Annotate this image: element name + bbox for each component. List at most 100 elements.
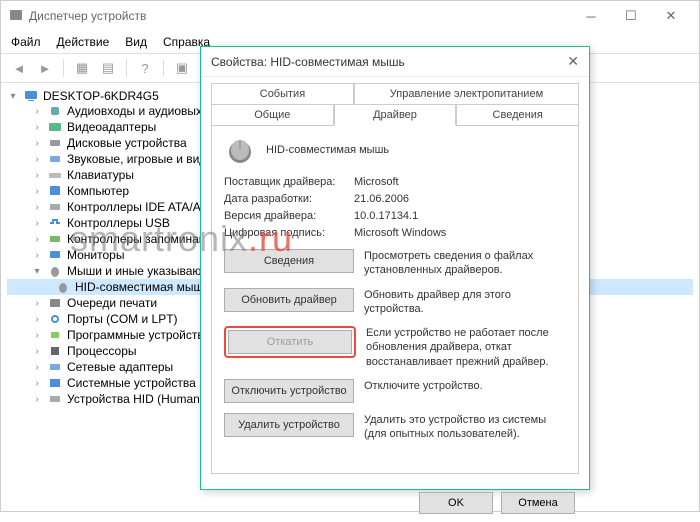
expand-icon[interactable]: › [31, 250, 43, 261]
label-signer: Цифровая подпись: [224, 227, 354, 239]
expand-icon[interactable]: › [31, 330, 43, 341]
tree-label: Дисковые устройства [67, 136, 187, 150]
expand-icon[interactable]: › [31, 138, 43, 149]
device-icon [47, 232, 63, 246]
device-icon [47, 328, 63, 342]
tree-label: Сетевые адаптеры [67, 360, 173, 374]
tree-label: Очереди печати [67, 296, 157, 310]
expand-icon[interactable]: › [31, 186, 43, 197]
device-icon [47, 376, 63, 390]
uninstall-button[interactable]: Удалить устройство [224, 413, 354, 437]
toolbar-icon[interactable]: ▤ [98, 58, 118, 78]
expand-icon[interactable]: › [31, 234, 43, 245]
label-date: Дата разработки: [224, 193, 354, 205]
forward-icon[interactable]: ► [35, 58, 55, 78]
tree-label: Мониторы [67, 248, 124, 262]
tree-label: Системные устройства [67, 376, 196, 390]
expand-icon[interactable]: › [31, 218, 43, 229]
rollback-highlight: Откатить [224, 326, 356, 358]
maximize-button[interactable]: ☐ [611, 8, 651, 24]
expand-icon[interactable]: › [31, 362, 43, 373]
value-version: 10.0.17134.1 [354, 210, 418, 222]
tab-details[interactable]: Сведения [456, 104, 579, 126]
minimize-button[interactable]: ─ [571, 9, 611, 24]
tab-general[interactable]: Общие [211, 104, 334, 126]
expand-icon[interactable]: › [31, 154, 43, 165]
device-icon [47, 136, 63, 150]
toolbar-icon[interactable]: ▣ [172, 58, 192, 78]
ok-button[interactable]: OK [419, 492, 493, 514]
dialog-titlebar: Свойства: HID-совместимая мышь ✕ [201, 47, 589, 77]
mouse-icon [224, 136, 256, 164]
device-icon [47, 120, 63, 134]
expand-icon[interactable]: › [31, 346, 43, 357]
tree-label: Программные устройства [67, 328, 210, 342]
expand-icon[interactable]: › [31, 106, 43, 117]
label-provider: Поставщик драйвера: [224, 176, 354, 188]
label-version: Версия драйвера: [224, 210, 354, 222]
disable-desc: Отключите устройство. [364, 379, 566, 393]
tree-label: Клавиатуры [67, 168, 134, 182]
properties-dialog: Свойства: HID-совместимая мышь ✕ События… [200, 46, 590, 490]
device-icon [47, 264, 63, 278]
computer-icon [23, 89, 39, 103]
value-signer: Microsoft Windows [354, 227, 446, 239]
device-icon [47, 216, 63, 230]
update-driver-button[interactable]: Обновить драйвер [224, 288, 354, 312]
disable-button[interactable]: Отключить устройство [224, 379, 354, 403]
details-desc: Просмотреть сведения о файлах установлен… [364, 249, 566, 278]
collapse-icon[interactable]: ▾ [7, 91, 19, 102]
device-icon [47, 200, 63, 214]
device-name: HID-совместимая мышь [266, 144, 389, 156]
expand-icon[interactable]: ▾ [31, 266, 43, 277]
mouse-icon [55, 280, 71, 294]
device-icon [47, 104, 63, 118]
device-icon [47, 296, 63, 310]
device-icon [47, 152, 63, 166]
expand-icon[interactable]: › [31, 394, 43, 405]
menu-view[interactable]: Вид [125, 35, 147, 49]
device-icon [47, 248, 63, 262]
tab-driver[interactable]: Драйвер [334, 104, 457, 126]
back-icon[interactable]: ◄ [9, 58, 29, 78]
menu-action[interactable]: Действие [57, 35, 110, 49]
expand-icon[interactable]: › [31, 122, 43, 133]
tree-label: Процессоры [67, 344, 137, 358]
cancel-button[interactable]: Отмена [501, 492, 575, 514]
tab-body: HID-совместимая мышь Поставщик драйвера:… [211, 126, 579, 474]
expand-icon[interactable]: › [31, 298, 43, 309]
tree-label: Контроллеры USB [67, 216, 170, 230]
uninstall-desc: Удалить это устройство из системы (для о… [364, 413, 566, 442]
tab-events[interactable]: События [211, 83, 354, 105]
tree-label: Видеоадаптеры [67, 120, 156, 134]
expand-icon[interactable]: › [31, 314, 43, 325]
device-icon [47, 392, 63, 406]
menu-file[interactable]: Файл [11, 35, 41, 49]
details-button[interactable]: Сведения [224, 249, 354, 273]
rollback-button[interactable]: Откатить [228, 330, 352, 354]
dialog-title: Свойства: HID-совместимая мышь [211, 55, 405, 69]
expand-icon[interactable]: › [31, 378, 43, 389]
tab-power[interactable]: Управление электропитанием [354, 83, 579, 105]
window-title: Диспетчер устройств [29, 9, 146, 23]
toolbar-icon[interactable]: ▦ [72, 58, 92, 78]
tree-label: HID-совместимая мышь [75, 280, 209, 294]
rollback-desc: Если устройство не работает после обновл… [366, 326, 566, 369]
value-provider: Microsoft [354, 176, 399, 188]
toolbar-icon[interactable]: ? [135, 58, 155, 78]
dialog-close-icon[interactable]: ✕ [567, 53, 579, 70]
titlebar: Диспетчер устройств ─ ☐ ✕ [1, 1, 699, 31]
update-desc: Обновить драйвер для этого устройства. [364, 288, 566, 317]
device-icon [47, 360, 63, 374]
expand-icon[interactable]: › [31, 202, 43, 213]
tree-label: Компьютер [67, 184, 129, 198]
expand-icon[interactable]: › [31, 170, 43, 181]
device-icon [47, 344, 63, 358]
value-date: 21.06.2006 [354, 193, 409, 205]
device-icon [47, 184, 63, 198]
tree-root-label: DESKTOP-6KDR4G5 [43, 89, 159, 103]
close-button[interactable]: ✕ [651, 8, 691, 24]
tree-label: Порты (COM и LPT) [67, 312, 178, 326]
device-icon [47, 168, 63, 182]
app-icon [9, 8, 23, 25]
